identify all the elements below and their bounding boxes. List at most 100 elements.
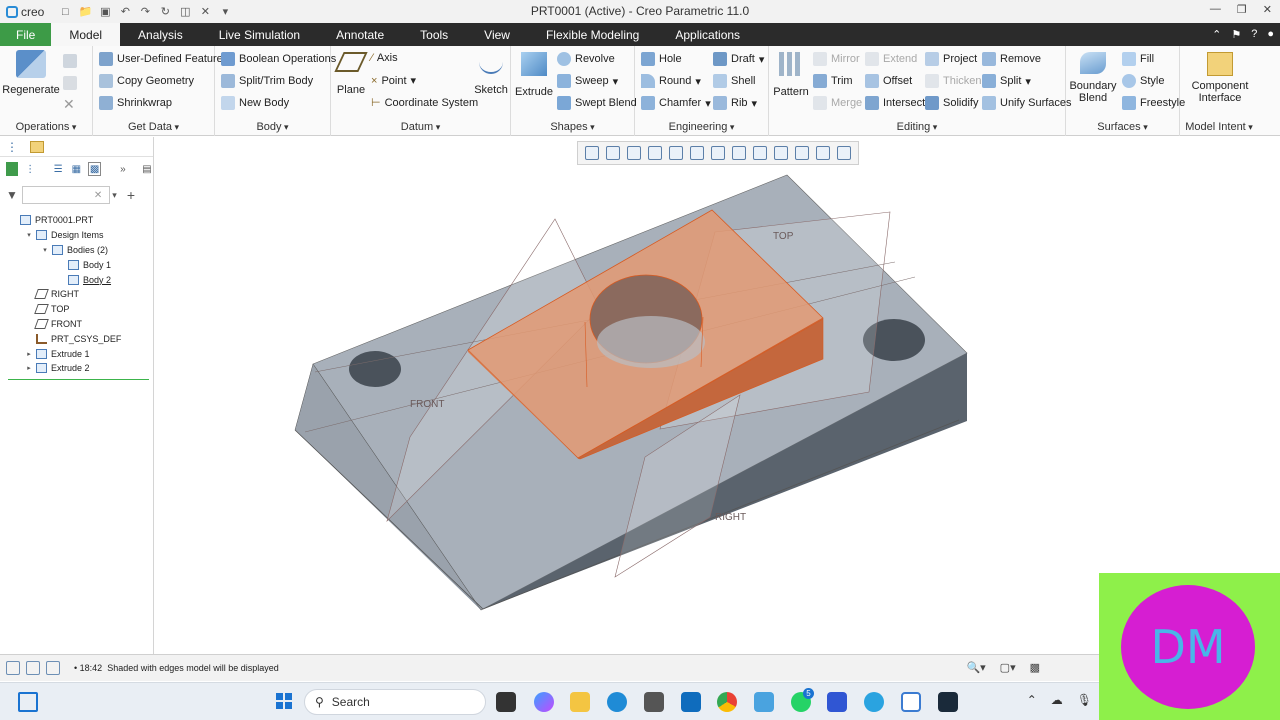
tree-node[interactable]: FRONT <box>0 317 153 332</box>
collapse-icon[interactable]: ▾ <box>40 246 50 254</box>
extrude-button[interactable]: Extrude <box>515 52 553 98</box>
browser-icon[interactable] <box>26 661 40 675</box>
solidify-button[interactable]: Solidify <box>925 96 978 110</box>
new-body-button[interactable]: New Body <box>221 96 289 110</box>
paste-icon[interactable] <box>63 76 77 90</box>
customize-qat-icon[interactable]: ▾ <box>218 5 232 19</box>
collapse-icon[interactable]: ▾ <box>24 231 34 239</box>
plane-button[interactable]: Plane <box>334 52 368 96</box>
tree-node[interactable]: ▾ Bodies (2) <box>0 243 153 258</box>
group-label-shapes[interactable]: Shapes <box>511 121 634 133</box>
round-button[interactable]: Round ▾ <box>641 74 701 88</box>
minimize-icon[interactable]: — <box>1210 3 1221 16</box>
view-manager-icon[interactable] <box>710 146 725 160</box>
group-label-surfaces[interactable]: Surfaces <box>1066 121 1179 133</box>
refit-icon[interactable] <box>585 146 600 160</box>
tree-node[interactable]: TOP <box>0 302 153 317</box>
freestyle-button[interactable]: Freestyle <box>1122 96 1185 110</box>
help-icon[interactable]: ? <box>1251 28 1257 41</box>
insert-indicator[interactable] <box>8 379 149 380</box>
undo-icon[interactable]: ↶ <box>118 5 132 19</box>
group-label-datum[interactable]: Datum <box>331 121 510 133</box>
microphone-icon[interactable]: 🎙 <box>1077 693 1092 707</box>
spin-center-icon[interactable] <box>794 146 809 160</box>
find-icon[interactable]: 🔍▾ <box>966 661 985 674</box>
intersect-button[interactable]: Intersect <box>865 96 925 110</box>
split-trim-body-button[interactable]: Split/Trim Body <box>221 74 313 88</box>
point-button[interactable]: × Point ▾ <box>371 74 416 88</box>
user-defined-feature-button[interactable]: User-Defined Feature <box>99 52 223 66</box>
sketch-button[interactable]: Sketch <box>474 52 508 96</box>
shell-button[interactable]: Shell <box>713 74 755 88</box>
remove-button[interactable]: Remove <box>982 52 1041 66</box>
copilot-icon[interactable] <box>534 692 554 712</box>
swept-blend-button[interactable]: Swept Blend <box>557 96 637 110</box>
edge-icon[interactable] <box>607 692 627 712</box>
tree-columns-icon[interactable]: ▦ <box>70 162 82 176</box>
file-explorer-icon[interactable] <box>570 692 590 712</box>
tree-node[interactable]: PRT0001.PRT <box>0 213 153 228</box>
tab-flexible-modeling[interactable]: Flexible Modeling <box>528 23 657 46</box>
more-icon[interactable]: ⋮ <box>24 162 36 176</box>
taskbar-search[interactable]: ⚲ Search <box>304 689 486 715</box>
group-label-operations[interactable]: Operations <box>0 121 92 133</box>
tab-analysis[interactable]: Analysis <box>120 23 201 46</box>
project-button[interactable]: Project <box>925 52 977 66</box>
expand-panel-icon[interactable]: » <box>117 162 129 176</box>
top-plane-label[interactable]: TOP <box>773 231 794 242</box>
right-plane-label[interactable]: RIGHT <box>715 512 746 523</box>
coordinate-system-button[interactable]: ⊢ Coordinate System <box>371 96 478 110</box>
search-dropdown-icon[interactable]: ▾ <box>112 190 117 201</box>
smart-filter-icon[interactable]: ▩ <box>1030 661 1040 674</box>
group-label-model-intent[interactable]: Model Intent <box>1180 121 1258 133</box>
shrinkwrap-button[interactable]: Shrinkwrap <box>99 96 172 110</box>
split-button[interactable]: Split ▾ <box>982 74 1031 88</box>
folder-browser-tab-icon[interactable] <box>30 140 44 153</box>
redo-icon[interactable]: ↷ <box>138 5 152 19</box>
draft-button[interactable]: Draft ▾ <box>713 52 764 66</box>
start-button[interactable] <box>276 693 292 709</box>
boolean-operations-button[interactable]: Boolean Operations <box>221 52 336 66</box>
add-filter-icon[interactable]: + <box>127 187 135 203</box>
group-label-get-data[interactable]: Get Data <box>93 121 214 133</box>
tab-live-simulation[interactable]: Live Simulation <box>201 23 318 46</box>
tree-node[interactable]: Body 2 <box>0 272 153 287</box>
windows-icon[interactable]: ◫ <box>178 5 192 19</box>
close-icon[interactable]: ✕ <box>1263 3 1272 16</box>
maximize-icon[interactable]: ❐ <box>1237 3 1247 16</box>
expand-icon[interactable]: ▸ <box>24 350 34 358</box>
saved-orientations-icon[interactable] <box>690 146 705 160</box>
tree-node[interactable]: ▾ Design Items <box>0 228 153 243</box>
creo-taskbar-icon[interactable] <box>901 692 921 712</box>
tree-node[interactable]: ▸ Extrude 1 <box>0 346 153 361</box>
regenerate-button[interactable]: Regenerate <box>2 50 60 96</box>
tab-tools[interactable]: Tools <box>402 23 466 46</box>
save-icon[interactable]: ▣ <box>98 5 112 19</box>
task-view-icon[interactable] <box>496 692 516 712</box>
app2-icon[interactable] <box>938 692 958 712</box>
tab-model[interactable]: Model <box>51 23 121 46</box>
calculator-icon[interactable] <box>644 692 664 712</box>
front-plane-label[interactable]: FRONT <box>410 399 444 410</box>
trim-button[interactable]: Trim <box>813 74 853 88</box>
pattern-button[interactable]: Pattern <box>773 52 809 98</box>
notification-icon[interactable]: ⚑ <box>1231 28 1241 41</box>
group-label-engineering[interactable]: Engineering <box>635 121 768 133</box>
copy-icon[interactable] <box>63 54 77 68</box>
delete-icon[interactable]: ✕ <box>63 96 75 113</box>
group-label-body[interactable]: Body <box>215 121 330 133</box>
tab-view[interactable]: View <box>466 23 528 46</box>
mirror-button[interactable]: Mirror <box>813 52 860 66</box>
copy-geometry-button[interactable]: Copy Geometry <box>99 74 194 88</box>
group-label-editing[interactable]: Editing <box>769 121 1065 133</box>
network-icon[interactable]: ☁ <box>1051 693 1063 707</box>
regenerate-icon[interactable]: ↻ <box>158 5 172 19</box>
tree-node[interactable]: PRT_CSYS_DEF <box>0 331 153 346</box>
close-window-icon[interactable]: ✕ <box>198 5 212 19</box>
display-style-icon[interactable] <box>669 146 684 160</box>
component-interface-button[interactable]: Component Interface <box>1184 52 1256 104</box>
render-icon[interactable] <box>836 146 851 160</box>
expand-icon[interactable]: ▸ <box>24 364 34 372</box>
hole-button[interactable]: Hole <box>641 52 682 66</box>
fullscreen-icon[interactable] <box>46 661 60 675</box>
